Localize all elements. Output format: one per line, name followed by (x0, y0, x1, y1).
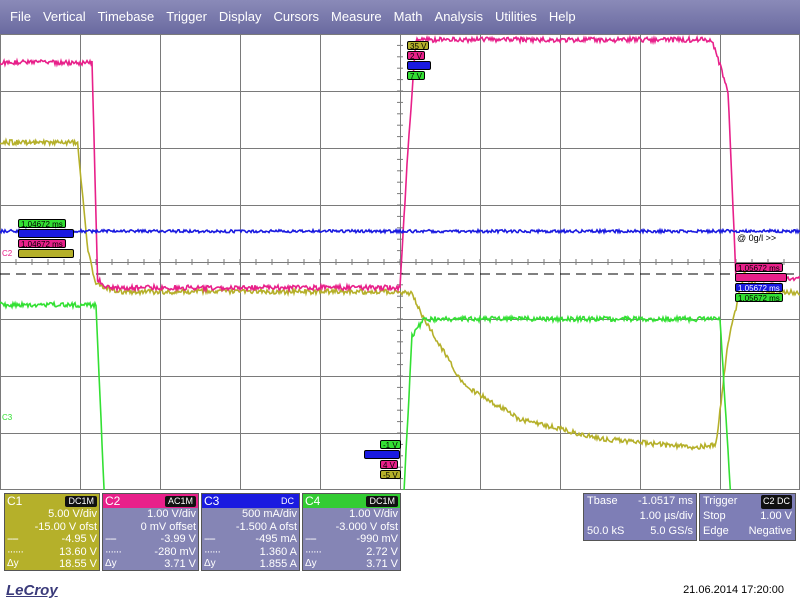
offset: 0 mV offset (140, 520, 196, 533)
cursor-marker-c2-bottom: 4 V (380, 460, 399, 470)
delta-y-value: 18.55 V (59, 558, 97, 570)
menu-math[interactable]: Math (388, 0, 429, 34)
delta-y-label: Δy (305, 558, 317, 569)
delta-y-label: Δy (7, 558, 19, 569)
cursor-marker-c3-bottom (364, 450, 400, 459)
cursor-marker-c3-left (18, 229, 74, 238)
menu-analysis[interactable]: Analysis (429, 0, 489, 34)
menu-cursors[interactable]: Cursors (268, 0, 326, 34)
coupling-badge: AC1M (164, 495, 196, 507)
delta-y-value: 3.71 V (366, 558, 398, 570)
menu-trigger[interactable]: Trigger (160, 0, 213, 34)
cursor1-value: -495 mA (255, 533, 297, 545)
cursor-marker-c4-top: 7 V (407, 71, 426, 81)
cursor1-value: -4.95 V (61, 533, 97, 545)
delta-y-value: 1.855 A (259, 558, 297, 570)
waveform-display[interactable]: 35 V 2 V 7 V 1.04672 ms 1.04672 ms C2 C3… (0, 34, 800, 490)
menu-bar: File Vertical Timebase Trigger Display C… (0, 0, 800, 34)
cursor-marker-c4-bottom: -1 V (380, 440, 401, 450)
timebase-delay: -1.0517 ms (637, 495, 693, 507)
cursor-marker-c2-right: 1.05672 ms (735, 263, 783, 273)
channel-descriptor-c4[interactable]: C4 DC1M 1.00 V/div -3.000 V ofst ---- -990… (302, 493, 401, 571)
cursor-marker-c1-left (18, 249, 74, 258)
amps-per-div: 500 mA/div (241, 508, 297, 520)
menu-display[interactable]: Display (213, 0, 268, 34)
volts-per-div: 1.00 V/div (349, 508, 398, 520)
timestamp: 21.06.2014 17:20:00 (683, 584, 784, 596)
trigger-descriptor[interactable]: Trigger C2 DC Stop 1.00 V Edge Negative (699, 493, 796, 541)
menu-file[interactable]: File (4, 0, 37, 34)
menu-utilities[interactable]: Utilities (489, 0, 543, 34)
coupling-badge: DC (278, 495, 297, 507)
cursor-marker-c2b-right (735, 273, 787, 282)
cursor2-value: 1.360 A (259, 545, 297, 558)
cursor1-icon: ---- (105, 533, 117, 545)
cursor-marker-c2-top: 2 V (407, 51, 426, 61)
cursor1-icon: ---- (305, 533, 317, 545)
cursor-marker-c1-bottom: -5 V (380, 470, 401, 480)
cursor-marker-c2-left: 1.04672 ms (18, 239, 66, 249)
cursor1-value: -3.99 V (160, 533, 196, 545)
trigger-slope: Negative (748, 525, 792, 537)
cursor1-icon: ---- (204, 533, 216, 545)
offset: -3.000 V ofst (335, 520, 398, 533)
volts-per-div: 5.00 V/div (48, 508, 97, 520)
cursor2-icon: ······ (105, 545, 122, 558)
c2-ground-label: C2 (2, 249, 13, 258)
trigger-label: Trigger (703, 495, 738, 507)
channel-name: C4 (305, 494, 321, 508)
cursor2-value: -280 mV (154, 545, 196, 558)
cursor2-icon: ······ (204, 545, 221, 558)
volts-per-div: 1.00 V/div (147, 508, 196, 520)
delta-y-label: Δy (105, 558, 117, 569)
trigger-mode: Stop (703, 510, 726, 522)
cursor2-value: 2.72 V (366, 545, 398, 558)
bottom-panel: C1 DC1M 5.00 V/div -15.00 V ofst ---- -4.9… (0, 490, 800, 600)
waveform-grid (0, 34, 800, 490)
menu-timebase[interactable]: Timebase (92, 0, 161, 34)
delta-y-value: 3.71 V (164, 558, 196, 570)
cursor-marker-c1-top: 35 V (407, 41, 430, 51)
cursor-marker-c3-top (407, 61, 431, 70)
menu-help[interactable]: Help (543, 0, 582, 34)
trigger-type: Edge (703, 525, 729, 537)
menu-measure[interactable]: Measure (325, 0, 388, 34)
trigger-source-badge: C2 DC (760, 495, 792, 509)
menu-vertical[interactable]: Vertical (37, 0, 92, 34)
sample-rate: 5.0 GS/s (650, 525, 693, 537)
offset: -1.500 A ofst (235, 520, 297, 533)
cursor-marker-c3-right: 1.05672 ms (735, 283, 783, 293)
channel-name: C3 (204, 494, 220, 508)
delta-y-label: Δy (204, 558, 216, 569)
coupling-badge: DC1M (366, 495, 398, 507)
channel-descriptor-c2[interactable]: C2 AC1M 1.00 V/div 0 mV offset ---- -3.99 … (102, 493, 199, 571)
brand-logo: LeCroy (6, 582, 58, 599)
channel-name: C1 (7, 494, 23, 508)
timebase-label: Tbase (587, 495, 618, 507)
c4-ground-label: C3 (2, 413, 13, 422)
cursor-marker-c4-right: 1.05672 ms (735, 293, 783, 303)
coupling-badge: DC1M (65, 495, 97, 507)
cursor2-icon: ······ (305, 545, 322, 558)
cursor1-value: -990 mV (356, 533, 398, 545)
trigger-position-label: @ 0g/l >> (737, 233, 777, 243)
cursor2-icon: ······ (7, 545, 24, 558)
trigger-level: 1.00 V (760, 510, 792, 522)
sample-count: 50.0 kS (587, 525, 625, 537)
offset: -15.00 V ofst (34, 520, 97, 533)
oscilloscope-window: File Vertical Timebase Trigger Display C… (0, 0, 800, 600)
cursor-marker-c4-left: 1.04672 ms (18, 219, 66, 229)
channel-descriptor-c1[interactable]: C1 DC1M 5.00 V/div -15.00 V ofst ---- -4.9… (4, 493, 100, 571)
cursor2-value: 13.60 V (59, 545, 97, 558)
channel-descriptor-c3[interactable]: C3 DC 500 mA/div -1.500 A ofst ---- -495 m… (201, 493, 300, 571)
time-per-div: 1.00 µs/div (639, 510, 693, 522)
timebase-descriptor[interactable]: Tbase -1.0517 ms 1.00 µs/div 50.0 kS 5.0 G… (583, 493, 697, 541)
channel-name: C2 (105, 494, 121, 508)
cursor1-icon: ---- (7, 533, 19, 545)
